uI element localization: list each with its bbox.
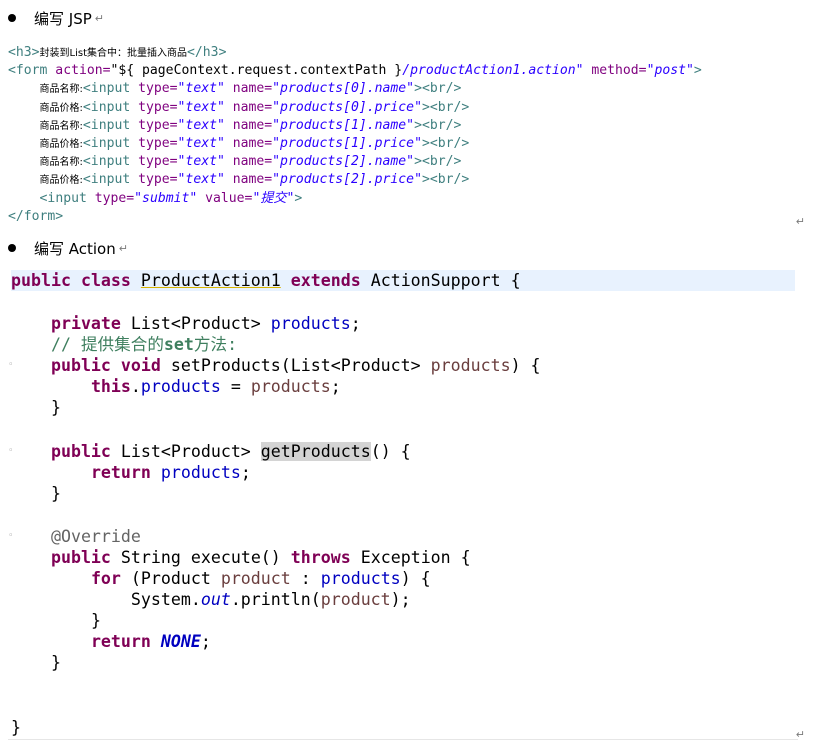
jsp-line-6: 商品价格:<input type="text" name="products[1… [39, 135, 470, 151]
jsp-line-3: 商品名称:<input type="text" name="products[0… [39, 81, 462, 97]
java-line-getter: public List<Product> getProducts() { [50, 442, 411, 461]
jsp-section-heading: 编写 JSP ↵ [8, 7, 104, 29]
jsp-line-4: 商品价格:<input type="text" name="products[0… [39, 99, 470, 115]
action-heading-text: 编写 Action [34, 239, 116, 258]
java-line-execute: public String execute() throws Exception… [50, 548, 471, 567]
java-line-for: for (Product product : products) { [90, 569, 431, 588]
gutter-marker-icon: ◦ [8, 531, 14, 541]
jsp-line-2: <form action="${ pageContext.request.con… [8, 63, 702, 79]
jsp-line-7: 商品名称:<input type="text" name="products[2… [39, 154, 462, 170]
paragraph-mark-icon: ↵ [795, 215, 805, 228]
java-line-close-3: } [90, 611, 101, 630]
bullet-icon [8, 244, 16, 252]
java-line-return-none: return NONE; [90, 632, 211, 651]
java-line-close-2: } [50, 484, 61, 503]
java-line-class-decl: public class ProductAction1 extends Acti… [11, 270, 795, 291]
paragraph-mark-icon: ↵ [795, 728, 805, 741]
paragraph-mark-icon: ↵ [94, 11, 104, 25]
action-section-heading: 编写 Action ↵ [8, 237, 128, 259]
gutter-marker-icon: ◦ [8, 360, 14, 370]
java-line-close-4: } [50, 653, 61, 672]
gutter-marker-icon: ◦ [8, 446, 14, 456]
jsp-line-8: 商品价格:<input type="text" name="products[2… [39, 172, 470, 188]
java-line-setter: public void setProducts(List<Product> pr… [50, 356, 541, 375]
jsp-line-1: <h3>封装到List集合中：批量插入商品</h3> [8, 45, 227, 60]
java-line-close-1: } [50, 398, 61, 417]
jsp-code-block: <h3>封装到List集合中：批量插入商品</h3> <form action=… [8, 44, 702, 226]
java-line-return-products: return products; [90, 463, 251, 482]
bullet-icon [8, 14, 16, 22]
java-line-comment: // 提供集合的set方法: [50, 335, 238, 354]
java-line-field: private List<Product> products; [50, 314, 361, 333]
jsp-heading-text: 编写 JSP [34, 9, 92, 28]
jsp-line-5: 商品名称:<input type="text" name="products[1… [39, 117, 462, 133]
java-code-block: public class ProductAction1 extends Acti… [8, 268, 798, 740]
java-line-assign: this.products = products; [90, 377, 341, 396]
java-line-println: System.out.println(product); [130, 590, 411, 609]
java-line-class-close: } [11, 718, 21, 737]
paragraph-mark-icon: ↵ [118, 241, 128, 255]
jsp-line-9: <input type="submit" value="提交"> [39, 190, 303, 206]
divider [8, 739, 798, 740]
java-line-override: @Override [50, 527, 141, 546]
jsp-line-10: </form> [8, 208, 64, 224]
